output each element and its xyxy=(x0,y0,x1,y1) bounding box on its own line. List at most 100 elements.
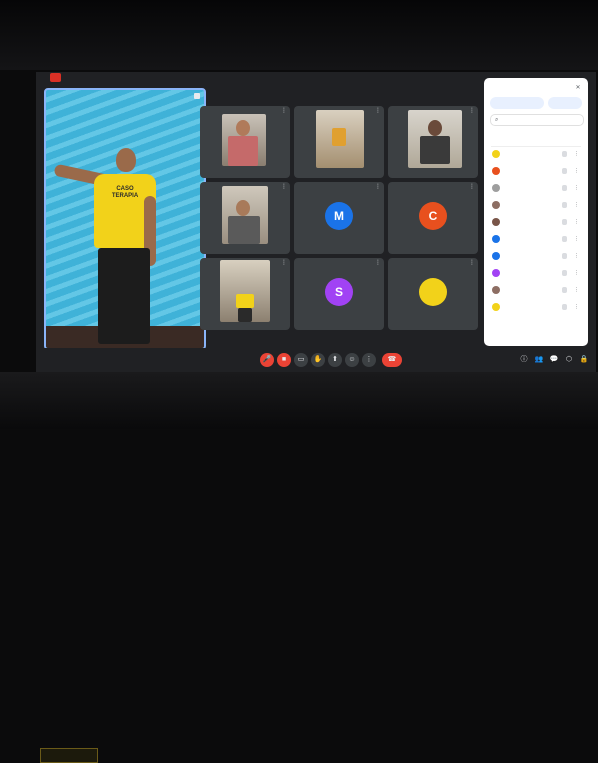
mic-icon[interactable] xyxy=(562,151,567,157)
mic-icon[interactable] xyxy=(562,304,567,310)
participant-tile[interactable]: ⋮ xyxy=(294,106,384,178)
more-options-icon[interactable]: ⋮ xyxy=(469,184,475,191)
mic-off-icon[interactable]: 🎤 xyxy=(260,353,274,367)
mute-all-button[interactable] xyxy=(548,97,582,109)
pin-icon[interactable] xyxy=(194,93,200,99)
participant-tile[interactable]: ⋮ xyxy=(200,182,290,254)
close-icon[interactable]: ✕ xyxy=(574,84,582,92)
more-options-icon[interactable]: ⋮ xyxy=(574,167,579,175)
more-options-icon[interactable]: ⋮ xyxy=(375,184,381,191)
recording-indicator xyxy=(50,73,61,82)
panel-section-label xyxy=(491,129,581,135)
more-options-icon[interactable]: ⋮ xyxy=(574,218,579,226)
participant-row[interactable]: ⋮ xyxy=(484,165,588,177)
mic-icon[interactable] xyxy=(562,202,567,208)
more-options-icon[interactable]: ⋮ xyxy=(281,260,287,267)
participant-row[interactable]: ⋮ xyxy=(484,250,588,262)
participant-name xyxy=(297,168,381,175)
participant-name xyxy=(391,244,475,251)
more-options-icon[interactable]: ⋮ xyxy=(281,108,287,115)
mic-icon[interactable] xyxy=(562,287,567,293)
people-icon[interactable]: 👥 xyxy=(533,354,545,366)
hang-up-button[interactable]: ☎ xyxy=(382,353,402,367)
mic-icon[interactable] xyxy=(562,253,567,259)
more-options-icon[interactable]: ⋮ xyxy=(574,201,579,209)
participant-name xyxy=(504,287,556,293)
search-icon: ⌕ xyxy=(495,117,499,123)
raise-hand-icon[interactable]: ✋ xyxy=(311,353,325,367)
search-field[interactable]: ⌕ xyxy=(490,114,584,126)
captions-icon[interactable]: ▭ xyxy=(294,353,308,367)
participant-row[interactable]: ⋮ xyxy=(484,182,588,194)
camera-off-icon[interactable]: ■ xyxy=(277,353,291,367)
participant-name xyxy=(391,320,475,327)
more-options-icon[interactable]: ⋮ xyxy=(375,108,381,115)
activities-icon[interactable]: ⬡ xyxy=(563,354,575,366)
participant-name xyxy=(391,168,475,175)
participant-name xyxy=(203,168,287,175)
more-options-icon[interactable]: ⋮ xyxy=(281,184,287,191)
mic-icon[interactable] xyxy=(562,219,567,225)
participant-name xyxy=(504,270,556,276)
more-options-icon[interactable]: ⋮ xyxy=(574,269,579,277)
participant-row[interactable]: ⋮ xyxy=(484,301,588,313)
main-speaker-name xyxy=(54,336,194,344)
mic-icon[interactable] xyxy=(562,185,567,191)
participant-name xyxy=(504,253,556,259)
more-options-icon[interactable]: ⋮ xyxy=(375,260,381,267)
participant-avatar xyxy=(419,278,447,306)
participant-row[interactable]: ⋮ xyxy=(484,284,588,296)
participant-row[interactable]: ⋮ xyxy=(484,148,588,160)
more-options-icon[interactable]: ⋮ xyxy=(574,235,579,243)
laptop-bezel-bottom xyxy=(0,372,598,763)
more-options-icon[interactable]: ⋮ xyxy=(574,286,579,294)
reactions-icon[interactable]: ☺ xyxy=(345,353,359,367)
more-options-icon[interactable]: ⋮ xyxy=(469,260,475,267)
mic-icon[interactable] xyxy=(562,236,567,242)
participants-group[interactable] xyxy=(491,139,581,147)
mic-icon[interactable] xyxy=(562,270,567,276)
participant-avatar xyxy=(492,150,500,158)
more-options-icon[interactable]: ⋮ xyxy=(574,252,579,260)
laptop-bezel-top xyxy=(0,0,598,70)
participant-name xyxy=(504,151,556,157)
participant-avatar xyxy=(492,269,500,277)
laptop-sticker xyxy=(40,748,98,763)
participant-avatar: C xyxy=(419,202,447,230)
participant-name xyxy=(203,244,287,251)
participant-tile[interactable]: S ⋮ xyxy=(294,258,384,330)
shirt-text: CASO TERAPIA xyxy=(111,186,139,199)
participant-avatar xyxy=(492,286,500,294)
more-options-icon[interactable]: ⋮ xyxy=(574,184,579,192)
participant-tile[interactable]: C ⋮ xyxy=(388,182,478,254)
participant-tile[interactable]: ⋮ xyxy=(200,258,290,330)
present-icon[interactable]: ⬆ xyxy=(328,353,342,367)
more-options-icon[interactable]: ⋮ xyxy=(574,150,579,158)
participant-avatar xyxy=(492,167,500,175)
participant-tile[interactable]: M ⋮ xyxy=(294,182,384,254)
participant-name xyxy=(504,219,556,225)
participant-row[interactable]: ⋮ xyxy=(484,267,588,279)
participant-avatar xyxy=(492,303,500,311)
participant-name xyxy=(504,168,556,174)
more-options-icon[interactable]: ⋮ xyxy=(469,108,475,115)
more-options-icon[interactable]: ⋮ xyxy=(574,303,579,311)
main-speaker-tile[interactable]: CASO TERAPIA xyxy=(44,88,206,350)
people-panel: ✕ ⌕ ⋮ ⋮ ⋮ ⋮ ⋮ ⋮ ⋮ ⋮ ⋮ ⋮ xyxy=(484,78,588,346)
participant-row[interactable]: ⋮ xyxy=(484,233,588,245)
participant-tile[interactable]: ⋮ xyxy=(200,106,290,178)
participant-tile[interactable]: ⋮ xyxy=(388,258,478,330)
participant-tile[interactable]: ⋮ xyxy=(388,106,478,178)
participant-avatar: M xyxy=(325,202,353,230)
participant-avatar xyxy=(492,252,500,260)
add-people-button[interactable] xyxy=(490,97,544,109)
chat-icon[interactable]: 💬 xyxy=(548,354,560,366)
lock-icon[interactable]: 🔒 xyxy=(578,354,590,366)
participant-avatar xyxy=(492,201,500,209)
participant-row[interactable]: ⋮ xyxy=(484,216,588,228)
participant-row[interactable]: ⋮ xyxy=(484,199,588,211)
info-icon[interactable]: ⓘ xyxy=(518,354,530,366)
participant-avatar xyxy=(492,184,500,192)
mic-icon[interactable] xyxy=(562,168,567,174)
more-options-icon[interactable]: ⋮ xyxy=(362,353,376,367)
